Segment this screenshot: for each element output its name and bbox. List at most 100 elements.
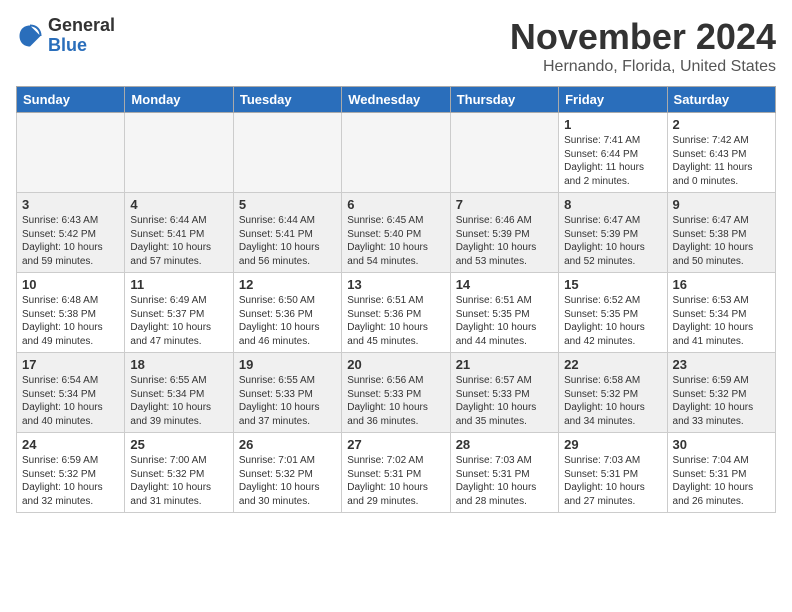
day-number: 6 bbox=[347, 197, 444, 212]
day-info: Sunrise: 7:42 AM Sunset: 6:43 PM Dayligh… bbox=[673, 134, 770, 188]
calendar-cell: 29Sunrise: 7:03 AM Sunset: 5:31 PM Dayli… bbox=[559, 433, 667, 513]
day-number: 28 bbox=[456, 437, 553, 452]
calendar-cell: 30 Sunrise: 7:04 AM Sunset: 5:31 PM Dayli… bbox=[667, 433, 775, 513]
day-info: Sunrise: 6:46 AM Sunset: 5:39 PM Dayligh… bbox=[456, 214, 553, 268]
day-info: Sunrise: 6:56 AM Sunset: 5:33 PM Dayligh… bbox=[347, 374, 444, 428]
day-info: Sunrise: 6:44 AM Sunset: 5:41 PM Dayligh… bbox=[130, 214, 227, 268]
calendar-cell: 13 Sunrise: 6:51 AM Sunset: 5:36 PM Dayli… bbox=[342, 273, 450, 353]
calendar-week-3: 10 Sunrise: 6:48 AM Sunset: 5:38 PM Dayli… bbox=[17, 273, 776, 353]
day-info: Sunrise: 6:49 AM Sunset: 5:37 PM Dayligh… bbox=[130, 294, 227, 348]
day-number: 15 bbox=[564, 277, 661, 292]
day-number: 5 bbox=[239, 197, 336, 212]
day-info: Sunrise: 6:52 AM Sunset: 5:35 PM Dayligh… bbox=[564, 294, 661, 348]
day-number: 14 bbox=[456, 277, 553, 292]
day-number: 26 bbox=[239, 437, 336, 452]
calendar-cell: 20 Sunrise: 6:56 AM Sunset: 5:33 PM Dayli… bbox=[342, 353, 450, 433]
calendar-week-4: 17Sunrise: 6:54 AM Sunset: 5:34 PM Dayli… bbox=[17, 353, 776, 433]
calendar-cell: 22 Sunrise: 6:58 AM Sunset: 5:32 PM Dayli… bbox=[559, 353, 667, 433]
day-number: 9 bbox=[673, 197, 770, 212]
calendar-cell: 8 Sunrise: 6:47 AM Sunset: 5:39 PM Daylig… bbox=[559, 193, 667, 273]
calendar-cell: 9 Sunrise: 6:47 AM Sunset: 5:38 PM Daylig… bbox=[667, 193, 775, 273]
day-info: Sunrise: 7:02 AM Sunset: 5:31 PM Dayligh… bbox=[347, 454, 444, 508]
day-info: Sunrise: 6:54 AM Sunset: 5:34 PM Dayligh… bbox=[22, 374, 119, 428]
page-header: General Blue November 2024 Hernando, Flo… bbox=[16, 16, 776, 76]
day-number: 8 bbox=[564, 197, 661, 212]
calendar-week-5: 24Sunrise: 6:59 AM Sunset: 5:32 PM Dayli… bbox=[17, 433, 776, 513]
calendar-week-2: 3 Sunrise: 6:43 AM Sunset: 5:42 PM Daylig… bbox=[17, 193, 776, 273]
logo: General Blue bbox=[16, 16, 115, 56]
calendar-header: SundayMondayTuesdayWednesdayThursdayFrid… bbox=[17, 87, 776, 113]
day-info: Sunrise: 6:59 AM Sunset: 5:32 PM Dayligh… bbox=[673, 374, 770, 428]
weekday-header-saturday: Saturday bbox=[667, 87, 775, 113]
day-number: 12 bbox=[239, 277, 336, 292]
weekday-header-tuesday: Tuesday bbox=[233, 87, 341, 113]
calendar-cell: 14 Sunrise: 6:51 AM Sunset: 5:35 PM Dayli… bbox=[450, 273, 558, 353]
day-number: 30 bbox=[673, 437, 770, 452]
day-info: Sunrise: 6:50 AM Sunset: 5:36 PM Dayligh… bbox=[239, 294, 336, 348]
day-info: Sunrise: 6:59 AM Sunset: 5:32 PM Dayligh… bbox=[22, 454, 119, 508]
calendar-cell: 17Sunrise: 6:54 AM Sunset: 5:34 PM Dayli… bbox=[17, 353, 125, 433]
day-info: Sunrise: 7:03 AM Sunset: 5:31 PM Dayligh… bbox=[456, 454, 553, 508]
day-info: Sunrise: 7:04 AM Sunset: 5:31 PM Dayligh… bbox=[673, 454, 770, 508]
day-info: Sunrise: 6:47 AM Sunset: 5:38 PM Dayligh… bbox=[673, 214, 770, 268]
day-info: Sunrise: 6:43 AM Sunset: 5:42 PM Dayligh… bbox=[22, 214, 119, 268]
day-number: 20 bbox=[347, 357, 444, 372]
calendar-cell: 19Sunrise: 6:55 AM Sunset: 5:33 PM Dayli… bbox=[233, 353, 341, 433]
calendar-cell: 4 Sunrise: 6:44 AM Sunset: 5:41 PM Daylig… bbox=[125, 193, 233, 273]
day-number: 27 bbox=[347, 437, 444, 452]
day-info: Sunrise: 6:51 AM Sunset: 5:36 PM Dayligh… bbox=[347, 294, 444, 348]
calendar-cell bbox=[125, 113, 233, 193]
calendar-body: 1Sunrise: 7:41 AM Sunset: 6:44 PM Daylig… bbox=[17, 113, 776, 513]
calendar-cell bbox=[450, 113, 558, 193]
day-number: 3 bbox=[22, 197, 119, 212]
logo-icon bbox=[16, 22, 44, 50]
calendar-week-1: 1Sunrise: 7:41 AM Sunset: 6:44 PM Daylig… bbox=[17, 113, 776, 193]
month-title: November 2024 bbox=[510, 16, 776, 58]
day-info: Sunrise: 6:57 AM Sunset: 5:33 PM Dayligh… bbox=[456, 374, 553, 428]
day-number: 16 bbox=[673, 277, 770, 292]
calendar-cell: 12 Sunrise: 6:50 AM Sunset: 5:36 PM Dayli… bbox=[233, 273, 341, 353]
calendar-cell: 6 Sunrise: 6:45 AM Sunset: 5:40 PM Daylig… bbox=[342, 193, 450, 273]
day-info: Sunrise: 6:58 AM Sunset: 5:32 PM Dayligh… bbox=[564, 374, 661, 428]
calendar-cell: 18Sunrise: 6:55 AM Sunset: 5:34 PM Dayli… bbox=[125, 353, 233, 433]
day-info: Sunrise: 6:51 AM Sunset: 5:35 PM Dayligh… bbox=[456, 294, 553, 348]
calendar-cell: 28 Sunrise: 7:03 AM Sunset: 5:31 PM Dayli… bbox=[450, 433, 558, 513]
day-number: 10 bbox=[22, 277, 119, 292]
location: Hernando, Florida, United States bbox=[510, 58, 776, 76]
weekday-header-thursday: Thursday bbox=[450, 87, 558, 113]
calendar-cell: 10 Sunrise: 6:48 AM Sunset: 5:38 PM Dayli… bbox=[17, 273, 125, 353]
day-info: Sunrise: 6:53 AM Sunset: 5:34 PM Dayligh… bbox=[673, 294, 770, 348]
calendar-cell bbox=[17, 113, 125, 193]
day-info: Sunrise: 6:45 AM Sunset: 5:40 PM Dayligh… bbox=[347, 214, 444, 268]
calendar-cell: 25Sunrise: 7:00 AM Sunset: 5:32 PM Dayli… bbox=[125, 433, 233, 513]
day-number: 23 bbox=[673, 357, 770, 372]
calendar-cell: 3 Sunrise: 6:43 AM Sunset: 5:42 PM Daylig… bbox=[17, 193, 125, 273]
day-info: Sunrise: 6:48 AM Sunset: 5:38 PM Dayligh… bbox=[22, 294, 119, 348]
day-info: Sunrise: 7:01 AM Sunset: 5:32 PM Dayligh… bbox=[239, 454, 336, 508]
weekday-header-wednesday: Wednesday bbox=[342, 87, 450, 113]
day-number: 25 bbox=[130, 437, 227, 452]
calendar-table: SundayMondayTuesdayWednesdayThursdayFrid… bbox=[16, 86, 776, 513]
calendar-cell: 21Sunrise: 6:57 AM Sunset: 5:33 PM Dayli… bbox=[450, 353, 558, 433]
calendar-cell: 23 Sunrise: 6:59 AM Sunset: 5:32 PM Dayli… bbox=[667, 353, 775, 433]
day-number: 22 bbox=[564, 357, 661, 372]
day-number: 1 bbox=[564, 117, 661, 132]
calendar-cell: 27 Sunrise: 7:02 AM Sunset: 5:31 PM Dayli… bbox=[342, 433, 450, 513]
day-number: 11 bbox=[130, 277, 227, 292]
day-number: 13 bbox=[347, 277, 444, 292]
title-area: November 2024 Hernando, Florida, United … bbox=[510, 16, 776, 76]
day-info: Sunrise: 6:44 AM Sunset: 5:41 PM Dayligh… bbox=[239, 214, 336, 268]
calendar-cell: 5 Sunrise: 6:44 AM Sunset: 5:41 PM Daylig… bbox=[233, 193, 341, 273]
day-info: Sunrise: 6:47 AM Sunset: 5:39 PM Dayligh… bbox=[564, 214, 661, 268]
day-number: 2 bbox=[673, 117, 770, 132]
calendar-cell: 26 Sunrise: 7:01 AM Sunset: 5:32 PM Dayli… bbox=[233, 433, 341, 513]
day-number: 7 bbox=[456, 197, 553, 212]
calendar-cell: 15 Sunrise: 6:52 AM Sunset: 5:35 PM Dayli… bbox=[559, 273, 667, 353]
day-info: Sunrise: 7:03 AM Sunset: 5:31 PM Dayligh… bbox=[564, 454, 661, 508]
calendar-cell: 11 Sunrise: 6:49 AM Sunset: 5:37 PM Dayli… bbox=[125, 273, 233, 353]
calendar-cell: 16 Sunrise: 6:53 AM Sunset: 5:34 PM Dayli… bbox=[667, 273, 775, 353]
calendar-cell bbox=[233, 113, 341, 193]
calendar-cell: 7 Sunrise: 6:46 AM Sunset: 5:39 PM Daylig… bbox=[450, 193, 558, 273]
day-number: 4 bbox=[130, 197, 227, 212]
logo-general-text: General bbox=[48, 16, 115, 36]
